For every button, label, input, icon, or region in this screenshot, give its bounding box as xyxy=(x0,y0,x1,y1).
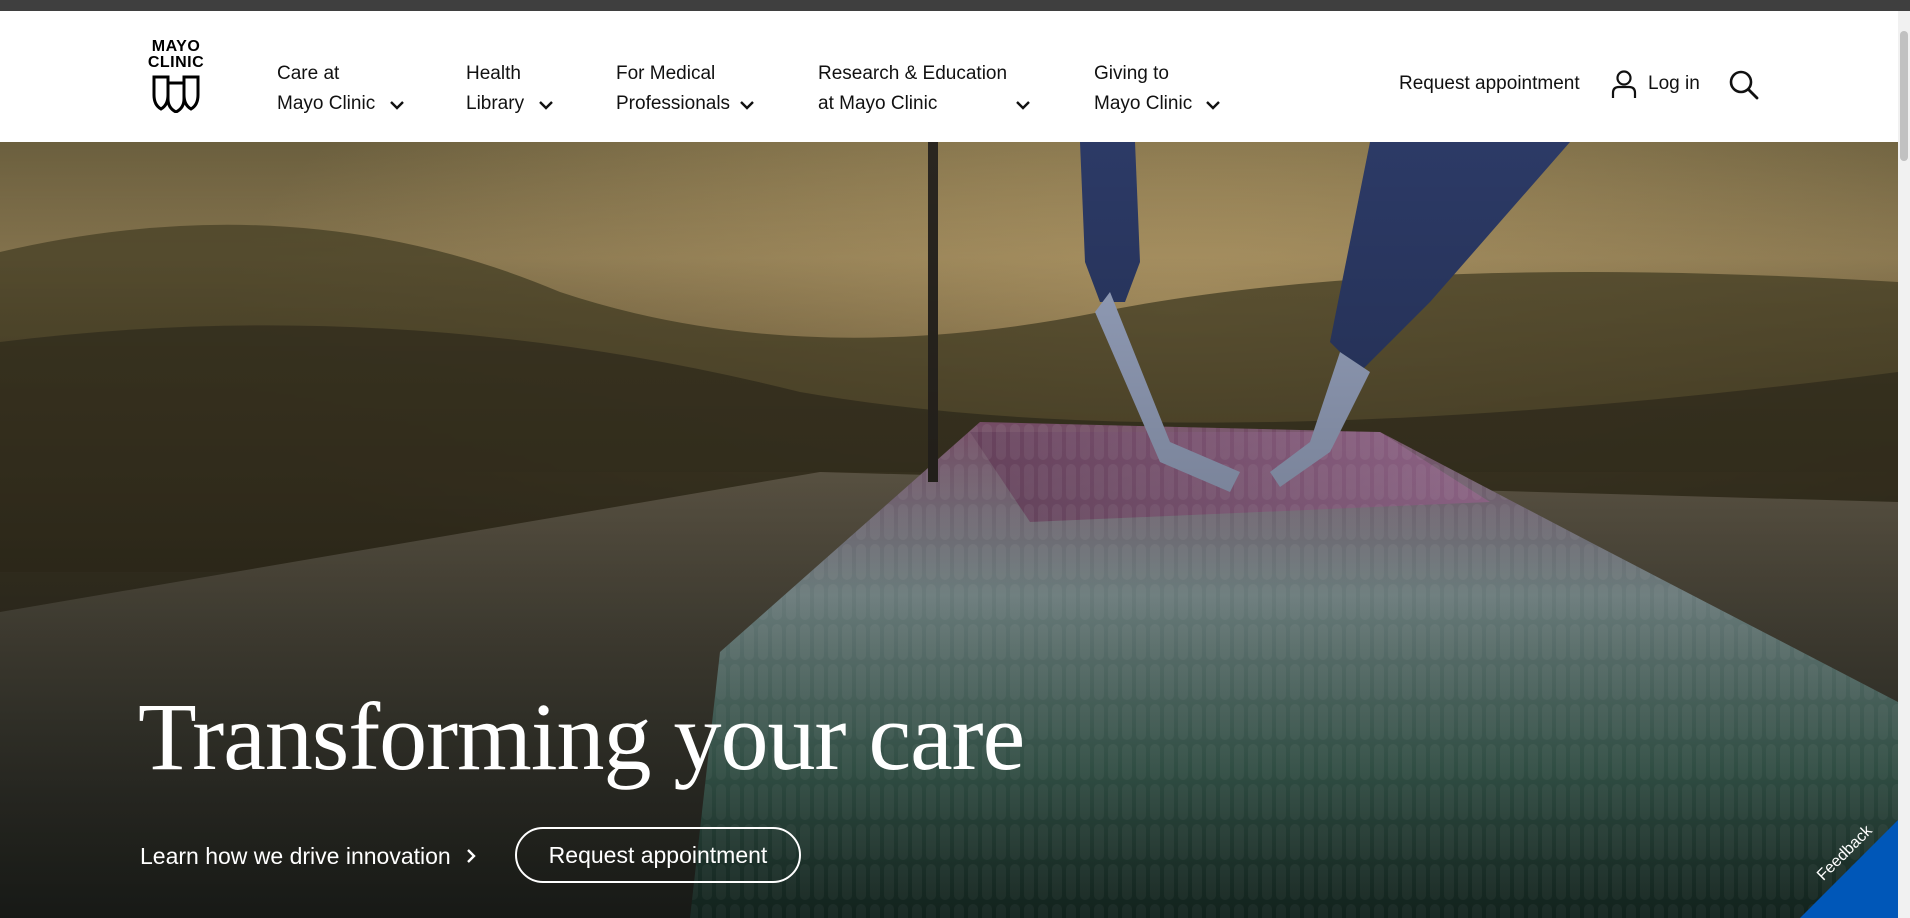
logo-word-1: MAYO xyxy=(151,38,201,55)
feedback-tab[interactable]: Feedback xyxy=(1800,820,1898,918)
chevron-right-icon xyxy=(466,849,476,863)
user-icon xyxy=(1611,70,1637,98)
hero-banner: Transforming your care Learn how we driv… xyxy=(0,142,1898,918)
nav-label-line2: Mayo Clinic xyxy=(1094,93,1193,114)
search-icon[interactable] xyxy=(1728,69,1760,101)
login-link[interactable]: Log in xyxy=(1610,67,1700,101)
nav-label-line1: Care at xyxy=(277,63,340,84)
mayo-shields-icon xyxy=(152,75,200,113)
chevron-down-icon xyxy=(1206,101,1220,110)
nav-label-line1: For Medical xyxy=(616,63,716,84)
nav-label-line2: Mayo Clinic xyxy=(277,93,376,114)
nav-care-at-mayo-clinic[interactable]: Care at Mayo Clinic xyxy=(277,59,404,119)
learn-innovation-label: Learn how we drive innovation xyxy=(140,843,451,869)
nav-giving-to-mayo-clinic[interactable]: Giving to Mayo Clinic xyxy=(1094,59,1220,119)
feedback-corner-shape xyxy=(1800,820,1898,918)
logo-word-2: CLINIC xyxy=(147,54,205,71)
nav-label-line1: Research & Education xyxy=(818,63,1008,84)
scrollbar-thumb[interactable] xyxy=(1900,31,1908,161)
nav-label-line2: Library xyxy=(466,93,525,114)
nav-research-education[interactable]: Research & Education at Mayo Clinic xyxy=(818,59,1030,119)
login-label: Log in xyxy=(1648,73,1700,94)
nav-for-medical-professionals[interactable]: For Medical Professionals xyxy=(616,59,754,119)
chevron-down-icon xyxy=(1016,101,1030,110)
nav-label-line1: Giving to xyxy=(1094,63,1169,84)
mayo-clinic-logo[interactable]: MAYO CLINIC xyxy=(146,39,206,123)
hero-request-appointment-button[interactable]: Request appointment xyxy=(515,827,801,883)
chevron-down-icon xyxy=(539,101,553,110)
browser-top-bar xyxy=(0,0,1910,11)
request-appointment-link[interactable]: Request appointment xyxy=(1399,69,1580,99)
nav-label-line2: at Mayo Clinic xyxy=(818,93,938,114)
chevron-down-icon xyxy=(740,101,754,110)
site-header: MAYO CLINIC Care at Mayo Clinic Health L… xyxy=(0,11,1898,142)
page-scrollbar[interactable] xyxy=(1898,11,1910,918)
nav-health-library[interactable]: Health Library xyxy=(466,59,553,119)
nav-label-line2: Professionals xyxy=(616,93,731,114)
hero-background-image xyxy=(0,142,1898,918)
nav-label-line1: Health xyxy=(466,63,521,84)
hero-title: Transforming your care xyxy=(138,683,1025,790)
learn-innovation-link[interactable]: Learn how we drive innovation xyxy=(140,839,477,873)
chevron-down-icon xyxy=(390,101,404,110)
